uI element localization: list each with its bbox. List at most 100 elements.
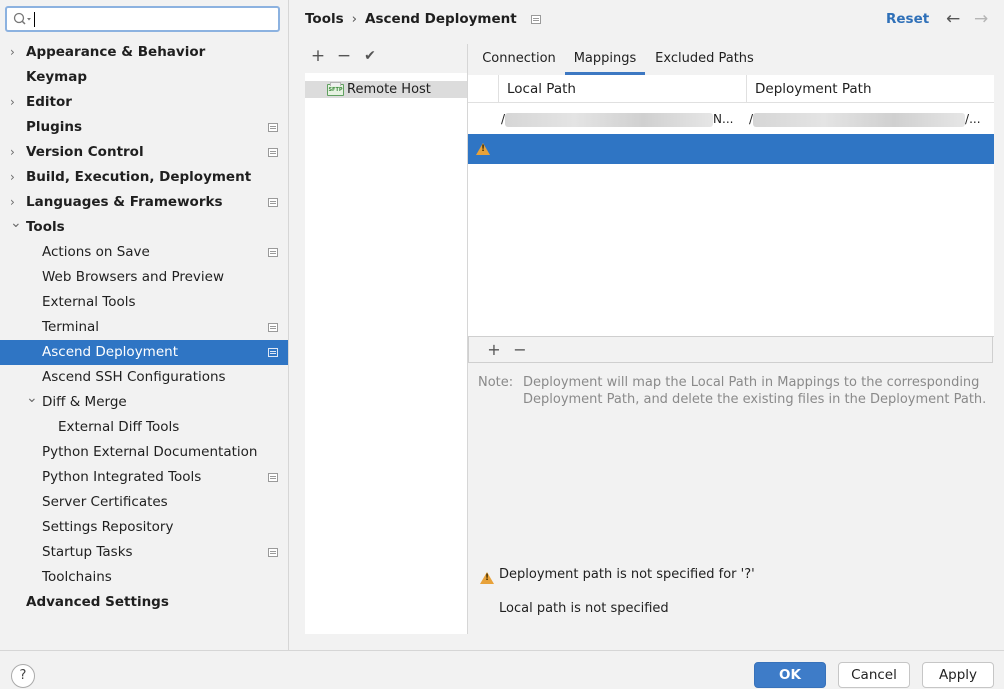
add-mapping-button[interactable]: + (484, 338, 504, 362)
sidebar-item[interactable]: Toolchains (0, 565, 288, 590)
project-settings-icon (268, 248, 278, 257)
sidebar-item-label: Version Control (26, 144, 144, 160)
sidebar-item-label: Ascend Deployment (42, 344, 178, 360)
deployment-path-cell[interactable]: //... (749, 104, 989, 134)
sidebar-item[interactable]: Ascend Deployment (0, 340, 288, 365)
sidebar-item[interactable]: Ascend SSH Configurations (0, 365, 288, 390)
sidebar-item-label: Ascend SSH Configurations (42, 369, 226, 385)
table-row[interactable]: / N... //... (468, 104, 994, 134)
redacted-text (753, 112, 966, 127)
sidebar-item-label: Actions on Save (42, 244, 150, 260)
reset-link[interactable]: Reset (886, 11, 929, 27)
sidebar-item-label: Keymap (26, 69, 88, 85)
cancel-button[interactable]: Cancel (838, 662, 910, 688)
note-text: Deployment will map the Local Path in Ma… (523, 375, 987, 407)
tab-mappings[interactable]: Mappings (565, 44, 645, 75)
project-settings-icon (268, 198, 278, 207)
sidebar-item-label: Advanced Settings (26, 594, 169, 610)
sidebar-item[interactable]: External Tools (0, 290, 288, 315)
sidebar-item[interactable]: ⌄ Diff & Merge (0, 390, 288, 415)
sidebar-item-label: External Tools (42, 294, 136, 310)
sidebar-item[interactable]: Web Browsers and Preview (0, 265, 288, 290)
back-arrow-icon[interactable]: ← (946, 9, 960, 29)
text-caret (34, 12, 35, 27)
sidebar-item-label: Tools (26, 219, 65, 235)
project-settings-icon (268, 348, 278, 357)
settings-sidebar: › Appearance & Behavior Keymap › Editor Plugi… (0, 0, 289, 650)
host-list: SFTP Remote Host (305, 73, 467, 634)
sidebar-item[interactable]: Actions on Save (0, 240, 288, 265)
sidebar-item[interactable]: Plugins (0, 115, 288, 140)
sidebar-item[interactable]: › Version Control (0, 140, 288, 165)
sidebar-item[interactable]: External Diff Tools (0, 415, 288, 440)
warning-icon (480, 572, 494, 584)
mappings-toolbar: + − (468, 337, 993, 363)
sidebar-item[interactable]: Advanced Settings (0, 590, 288, 615)
breadcrumb-ascend-deployment: Ascend Deployment (365, 11, 517, 27)
sidebar-item[interactable]: › Editor (0, 90, 288, 115)
sidebar-item[interactable]: Keymap (0, 65, 288, 90)
search-box[interactable] (5, 6, 280, 32)
config-tabs: Connection Mappings Excluded Paths (468, 44, 994, 75)
project-settings-icon (530, 14, 541, 24)
warning-text: Deployment path is not specified for '?' (499, 567, 755, 582)
sftp-icon: SFTP (327, 82, 344, 96)
host-name: Remote Host (347, 82, 431, 97)
breadcrumb-tools: Tools (305, 11, 344, 27)
host-toolbar: + − ✔ (305, 44, 467, 72)
sidebar-item[interactable]: Python Integrated Tools (0, 465, 288, 490)
help-button[interactable]: ? (11, 664, 35, 688)
sidebar-item[interactable]: › Appearance & Behavior (0, 40, 288, 65)
ok-button[interactable]: OK (754, 662, 826, 688)
tab-connection[interactable]: Connection (472, 44, 566, 75)
host-item-remote-host[interactable]: SFTP Remote Host (305, 81, 467, 98)
project-settings-icon (268, 123, 278, 132)
sidebar-item[interactable]: Server Certificates (0, 490, 288, 515)
forward-arrow-icon[interactable]: → (974, 9, 988, 29)
sidebar-item-label: Diff & Merge (42, 394, 127, 410)
sidebar-item[interactable]: › Languages & Frameworks (0, 190, 288, 215)
project-settings-icon (268, 148, 278, 157)
sidebar-item[interactable]: Python External Documentation (0, 440, 288, 465)
sidebar-item-label: Languages & Frameworks (26, 194, 223, 210)
search-icon (13, 12, 31, 25)
chevron-down-icon[interactable]: ⌄ (10, 211, 22, 236)
local-path-cell[interactable]: / N... (501, 104, 741, 134)
sidebar-item-label: Editor (26, 94, 72, 110)
table-header: Local Path Deployment Path (468, 75, 994, 103)
tab-excluded-paths[interactable]: Excluded Paths (652, 44, 757, 75)
chevron-down-icon[interactable]: ⌄ (26, 386, 38, 411)
sidebar-item-label: Build, Execution, Deployment (26, 169, 252, 185)
sidebar-item-label: Appearance & Behavior (26, 44, 206, 60)
breadcrumb: Tools › Ascend Deployment (305, 11, 541, 29)
chevron-right-icon[interactable]: › (10, 140, 22, 165)
dialog-footer: ? OK Cancel Apply (0, 650, 1004, 689)
chevron-right-icon[interactable]: › (10, 40, 22, 65)
add-host-button[interactable]: + (308, 44, 328, 68)
breadcrumb-separator: › (351, 11, 358, 27)
sidebar-item-label: Python Integrated Tools (42, 469, 202, 485)
info-message: Local path is not specified (499, 601, 669, 616)
sidebar-item-label: Web Browsers and Preview (42, 269, 224, 285)
table-row-selected[interactable] (468, 134, 994, 164)
sidebar-item[interactable]: Startup Tasks (0, 540, 288, 565)
chevron-right-icon[interactable]: › (10, 90, 22, 115)
column-deployment-path[interactable]: Deployment Path (746, 75, 994, 103)
check-host-button[interactable]: ✔ (360, 44, 380, 68)
sftp-icon-text: SFTP (328, 87, 343, 93)
mappings-table: Local Path Deployment Path / N... //... (468, 75, 994, 337)
sidebar-item[interactable]: Terminal (0, 315, 288, 340)
warning-icon (476, 143, 490, 155)
column-local-path[interactable]: Local Path (498, 75, 747, 103)
remove-mapping-button[interactable]: − (510, 338, 530, 362)
apply-button[interactable]: Apply (922, 662, 994, 688)
sidebar-item-label: Python External Documentation (42, 444, 258, 460)
chevron-right-icon[interactable]: › (10, 165, 22, 190)
sidebar-item[interactable]: › Build, Execution, Deployment (0, 165, 288, 190)
remove-host-button[interactable]: − (334, 44, 354, 68)
sidebar-item[interactable]: ⌄ Tools (0, 215, 288, 240)
sidebar-item-label: External Diff Tools (58, 419, 180, 435)
sidebar-item-label: Server Certificates (42, 494, 168, 510)
sidebar-item[interactable]: Settings Repository (0, 515, 288, 540)
search-input[interactable] (34, 10, 274, 28)
